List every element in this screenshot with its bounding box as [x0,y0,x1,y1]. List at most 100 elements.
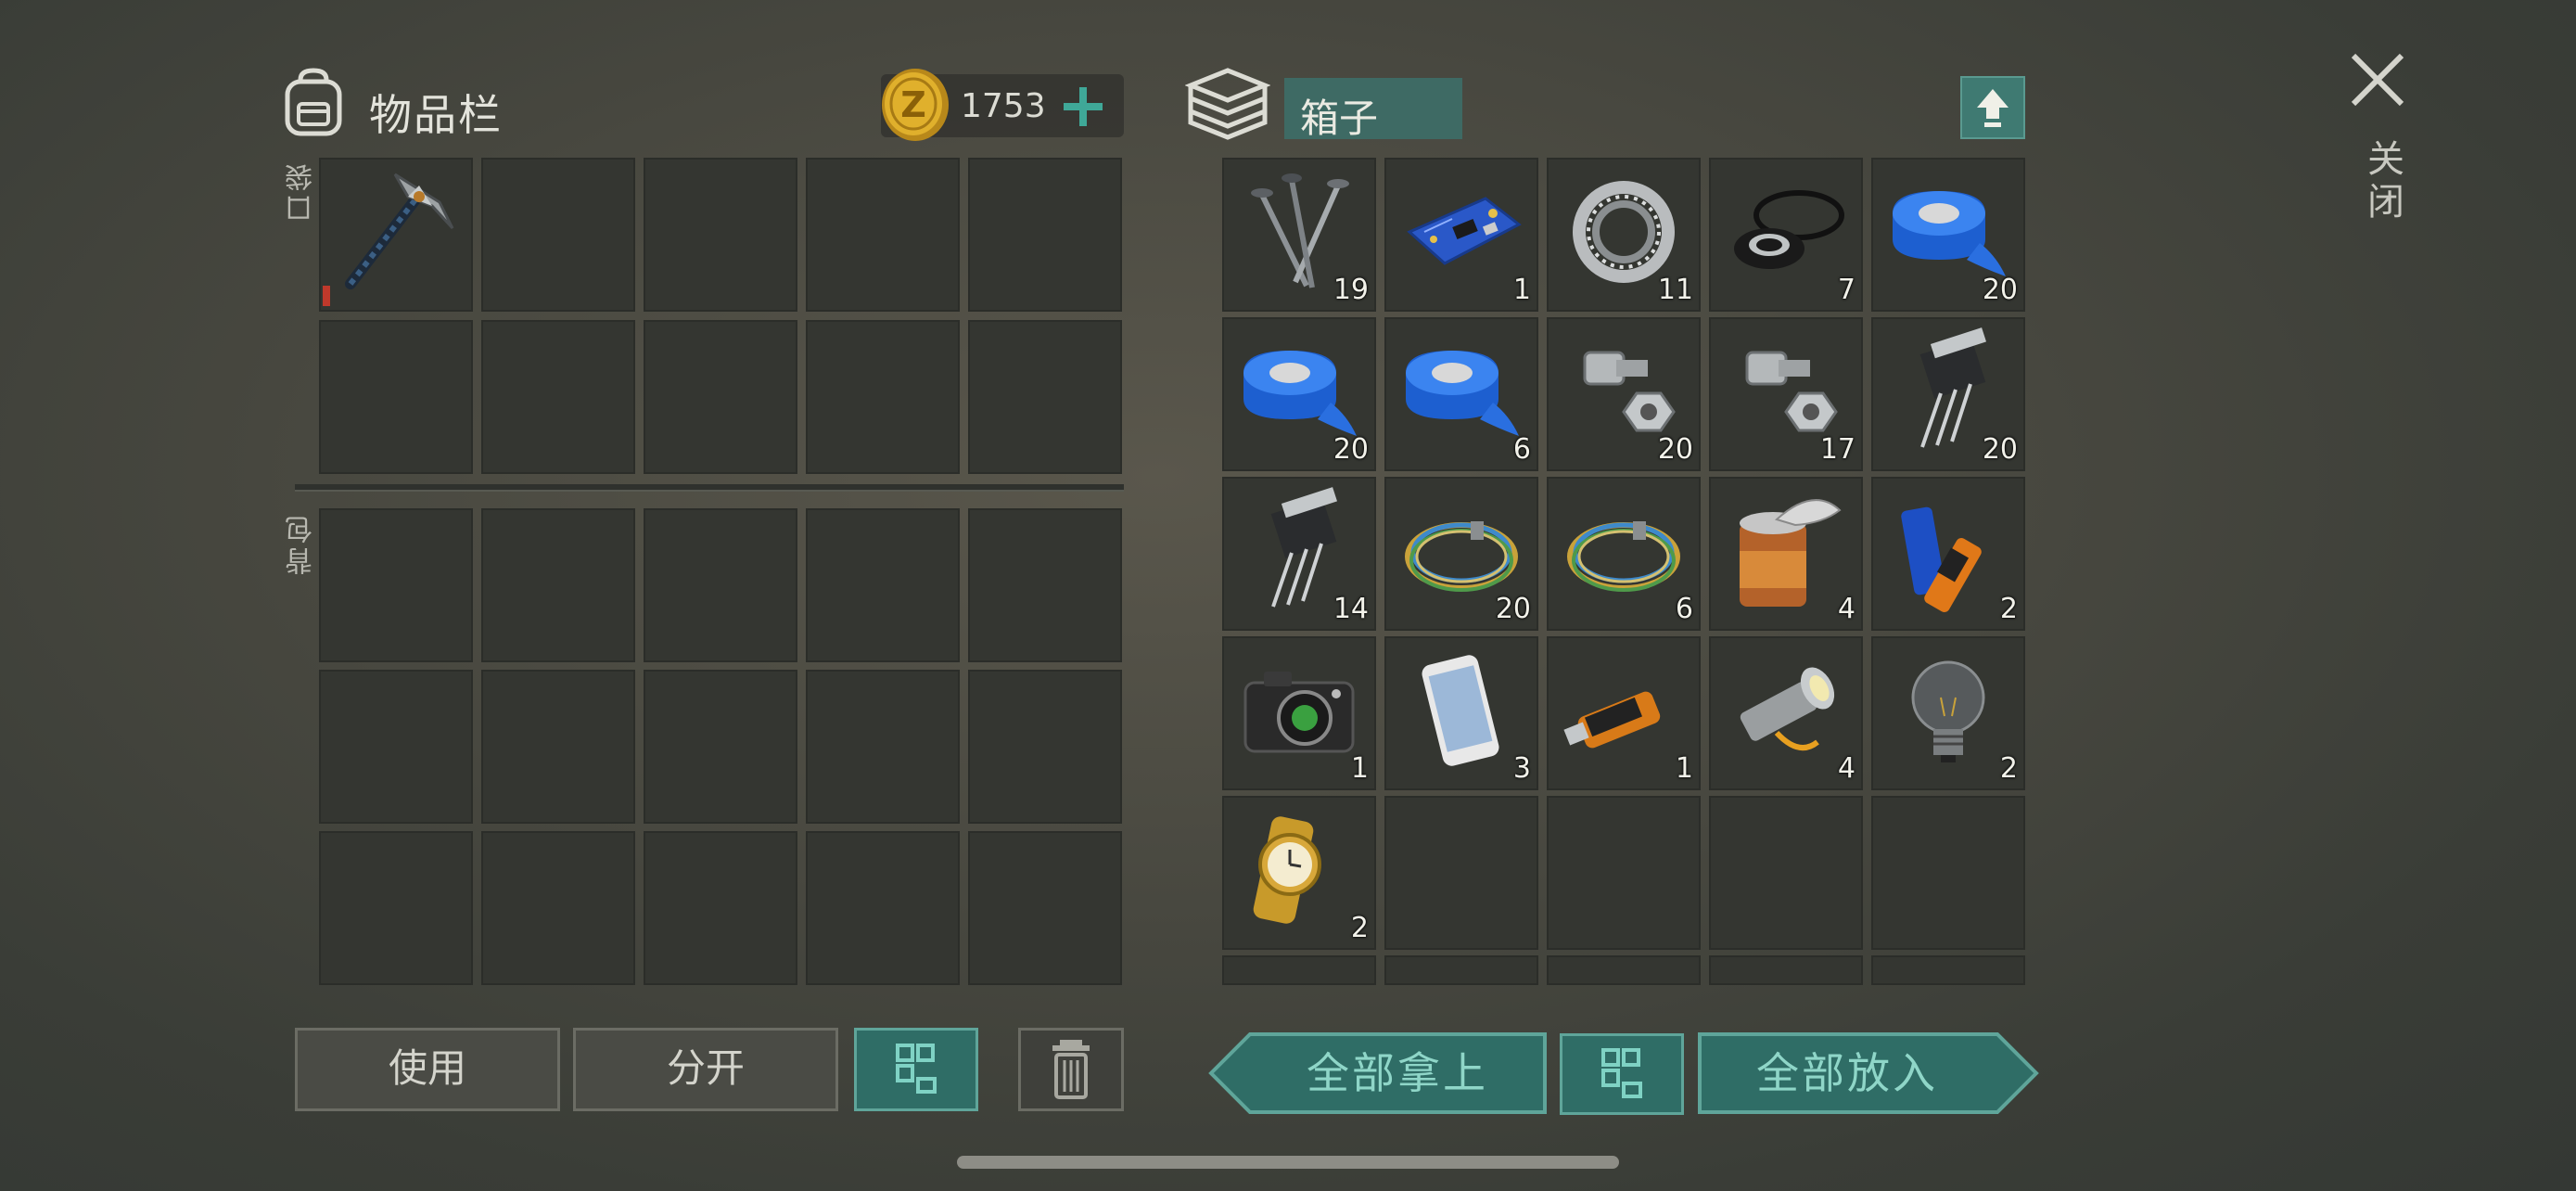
add-currency-button[interactable] [1055,80,1111,134]
item-quantity: 20 [1495,593,1531,625]
currency-amount: 1753 [961,87,1046,125]
circuit-board-icon [1407,197,1522,265]
item-quantity: 11 [1657,274,1693,306]
backpack-slot[interactable] [968,670,1122,824]
container-slot[interactable]: 20 [1871,317,2025,471]
backpack-slot[interactable] [644,670,797,824]
container-slot[interactable]: 7 [1709,158,1863,312]
container-slot[interactable]: 20 [1384,477,1538,631]
backpack-slot[interactable] [319,831,473,985]
usb-drive-icon [1563,691,1661,749]
container-slot[interactable]: 14 [1222,477,1376,631]
backpack-label: 背包 [286,512,318,575]
backpack-slot[interactable] [806,670,960,824]
container-slot[interactable]: 6 [1384,317,1538,471]
delete-button[interactable] [1018,1028,1124,1111]
arrow-up-icon [1977,89,2009,127]
upload-button[interactable] [1960,76,2025,139]
backpack-slot[interactable] [319,670,473,824]
pocket-slot[interactable] [806,158,960,312]
backpack-slot[interactable] [644,508,797,662]
pocket-slot[interactable] [968,158,1122,312]
container-slot[interactable]: 20 [1547,317,1701,471]
section-divider [295,484,1124,492]
container-slot[interactable] [1871,796,2025,950]
put-all-button[interactable]: 全部放入 [1697,1031,2040,1115]
home-indicator[interactable] [957,1156,1619,1169]
pocket-slot[interactable] [644,158,797,312]
sort-inventory-button[interactable] [854,1028,978,1111]
item-quantity: 20 [1982,433,2018,466]
pocket-slot[interactable] [319,158,473,312]
pocket-slot[interactable] [481,158,635,312]
container-slot[interactable]: 19 [1222,158,1376,312]
container-slot[interactable]: 4 [1709,477,1863,631]
backpack-slot[interactable] [644,831,797,985]
container-slot[interactable] [1384,955,1538,985]
container-slot[interactable]: 20 [1871,158,2025,312]
container-slot[interactable]: 1 [1547,636,1701,790]
close-icon[interactable] [2346,48,2409,111]
pocket-slot[interactable] [806,320,960,474]
container-slot[interactable]: 2 [1222,796,1376,950]
container-slot[interactable]: 1 [1384,158,1538,312]
item-quantity: 4 [1837,752,1855,785]
take-all-button[interactable]: 全部拿上 [1207,1031,1547,1115]
container-slot[interactable] [1709,955,1863,985]
trash-icon [1052,1040,1090,1099]
container-slot[interactable]: 17 [1709,317,1863,471]
camera-icon [1243,672,1355,753]
item-quantity: 6 [1512,433,1531,466]
item-quantity: 4 [1837,593,1855,625]
container-slot[interactable]: 3 [1384,636,1538,790]
container-slot[interactable]: 11 [1547,158,1701,312]
container-slot[interactable]: 20 [1222,317,1376,471]
backpack-slot[interactable] [481,508,635,662]
backpack-slot[interactable] [968,831,1122,985]
container-slot[interactable] [1222,955,1376,985]
item-quantity: 2 [1350,912,1369,944]
container-slot[interactable]: 2 [1871,636,2025,790]
backpack-slot[interactable] [968,508,1122,662]
coin-icon: Z [882,69,949,141]
backpack-slot[interactable] [319,508,473,662]
backpack-slot[interactable] [481,831,635,985]
item-quantity: 17 [1819,433,1855,466]
item-quantity: 1 [1512,274,1531,306]
close-label[interactable]: 关闭 [2355,139,2409,224]
rubber-seals-icon [1734,190,1844,269]
box-icon [1185,68,1270,140]
smartphone-icon [1422,655,1499,766]
item-quantity: 2 [1999,752,2018,785]
container-slot[interactable] [1547,955,1701,985]
gold-watch-icon [1253,816,1321,924]
container-slot[interactable]: 1 [1222,636,1376,790]
flashlight-icon [1740,667,1835,751]
durability-bar [323,286,330,306]
wire-coil-icon [1567,521,1680,592]
backpack-icon [285,68,342,136]
pocket-slot[interactable] [968,320,1122,474]
pocket-slot[interactable] [319,320,473,474]
container-slot[interactable] [1547,796,1701,950]
backpack-slot[interactable] [806,508,960,662]
pocket-slot[interactable] [644,320,797,474]
container-slot[interactable]: 6 [1547,477,1701,631]
backpack-slot[interactable] [481,670,635,824]
backpack-slot[interactable] [806,831,960,985]
sort-container-button[interactable] [1560,1033,1684,1115]
take-all-label: 全部拿上 [1307,1048,1488,1098]
container-slot[interactable]: 2 [1871,477,2025,631]
container-slot[interactable]: 4 [1709,636,1863,790]
item-quantity: 20 [1333,433,1369,466]
item-quantity: 7 [1837,274,1855,306]
item-quantity: 1 [1350,752,1369,785]
container-slot[interactable] [1709,796,1863,950]
split-button[interactable]: 分开 [573,1028,838,1111]
use-button[interactable]: 使用 [295,1028,560,1111]
blue-tape-icon [1406,351,1519,436]
container-slot[interactable] [1871,955,2025,985]
item-quantity: 20 [1982,274,2018,306]
pocket-slot[interactable] [481,320,635,474]
container-slot[interactable] [1384,796,1538,950]
